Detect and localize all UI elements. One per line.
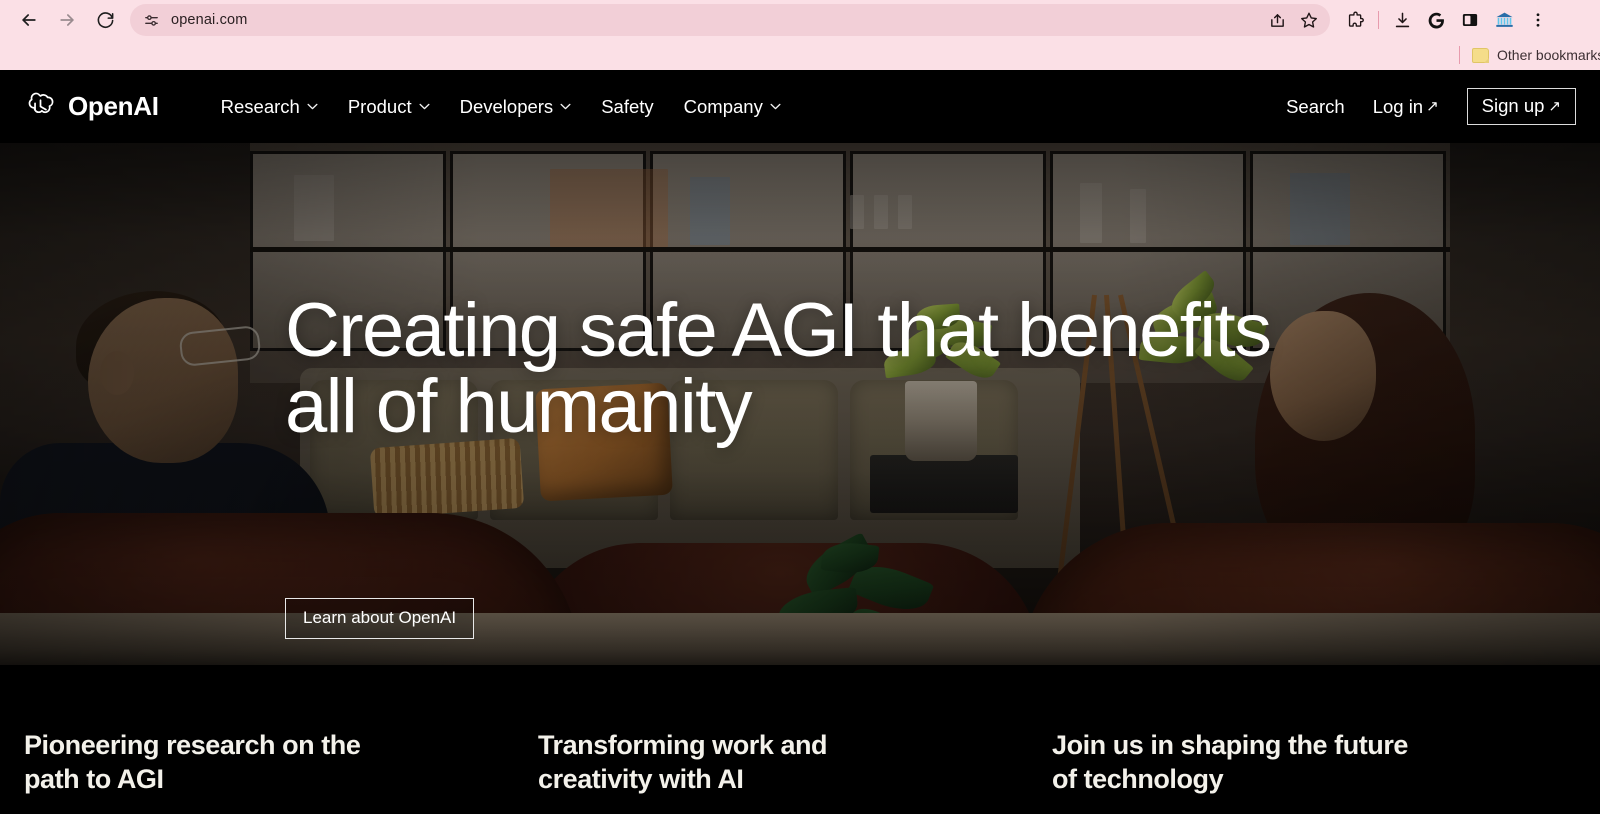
extensions-puzzle-icon[interactable]	[1338, 3, 1372, 37]
toolbar-divider	[1378, 11, 1379, 29]
other-bookmarks-button[interactable]: Other bookmarks	[1472, 47, 1600, 63]
nav-actions: Search Log in ↗ Sign up ↗	[1286, 88, 1576, 125]
nav-item-company[interactable]: Company	[684, 96, 781, 118]
forward-button[interactable]	[48, 1, 86, 39]
chevron-down-icon	[419, 103, 430, 110]
card-title: Transforming work and creativity with AI	[538, 730, 828, 795]
bank-institution-icon[interactable]	[1487, 3, 1521, 37]
learn-about-openai-button[interactable]: Learn about OpenAI	[285, 598, 475, 639]
google-g-icon[interactable]	[1419, 3, 1453, 37]
card-careers[interactable]: Join us in shaping the future of technol…	[1052, 665, 1566, 814]
brand-name: OpenAI	[68, 91, 159, 121]
chevron-down-icon	[307, 103, 318, 110]
nav-label: Safety	[601, 95, 654, 117]
hero-headline: Creating safe AGI that benefits all of h…	[285, 288, 1272, 449]
card-title: Pioneering research on the path to AGI	[24, 730, 361, 795]
other-bookmarks-label: Other bookmarks	[1497, 47, 1600, 63]
signup-label: Sign up	[1481, 95, 1545, 116]
chevron-down-icon	[770, 103, 781, 110]
forward-arrow-icon	[60, 14, 74, 26]
openai-homepage: OpenAI Research Product Developers Safet…	[0, 70, 1600, 814]
share-icon[interactable]	[1262, 5, 1292, 35]
nav-item-product[interactable]: Product	[348, 96, 430, 118]
openai-blossom-logo-icon	[28, 92, 54, 114]
nav-item-safety[interactable]: Safety	[601, 96, 653, 118]
external-arrow-icon: ↗	[1548, 97, 1561, 115]
login-link[interactable]: Log in ↗	[1373, 96, 1439, 118]
browser-chrome: openai.com Other bookmarks	[0, 0, 1600, 70]
nav-label: Research	[220, 95, 300, 117]
search-button[interactable]: Search	[1286, 96, 1345, 118]
external-arrow-icon: ↗	[1426, 98, 1439, 115]
toolbar-icons	[1338, 3, 1555, 37]
nav-item-research[interactable]: Research	[221, 96, 318, 118]
card-research[interactable]: Pioneering research on the path to AGI L…	[24, 665, 538, 814]
tune-icon[interactable]	[138, 7, 164, 33]
omnibox-actions	[1262, 5, 1324, 35]
chevron-down-icon	[560, 103, 571, 110]
bookmark-star-icon[interactable]	[1294, 5, 1324, 35]
nav-item-developers[interactable]: Developers	[460, 96, 572, 118]
nav-label: Company	[683, 95, 763, 117]
site-navbar: OpenAI Research Product Developers Safet…	[0, 70, 1600, 143]
hero-content: Creating safe AGI that benefits all of h…	[0, 143, 1600, 665]
brand-home-link[interactable]: OpenAI	[24, 90, 159, 123]
three-dot-menu-icon[interactable]	[1521, 3, 1555, 37]
back-arrow-icon	[22, 14, 36, 26]
reload-button[interactable]	[86, 1, 124, 39]
reload-icon	[97, 11, 113, 28]
back-button[interactable]	[10, 1, 48, 39]
download-icon[interactable]	[1385, 3, 1419, 37]
url-text: openai.com	[171, 12, 248, 28]
browser-toolbar: openai.com	[0, 0, 1600, 40]
hero-section: Creating safe AGI that benefits all of h…	[0, 143, 1600, 665]
primary-nav: Research Product Developers Safety Compa…	[221, 96, 781, 118]
address-bar[interactable]: openai.com	[130, 4, 1330, 36]
bookmarks-bar: Other bookmarks	[0, 40, 1600, 70]
nav-label: Developers	[459, 95, 554, 117]
bookmarks-divider	[1459, 46, 1460, 64]
login-label: Log in	[1372, 95, 1424, 117]
nav-label: Product	[347, 95, 412, 117]
card-title: Join us in shaping the future of technol…	[1052, 730, 1408, 795]
search-label: Search	[1286, 95, 1345, 117]
folder-icon	[1472, 47, 1489, 63]
highlight-cards: Pioneering research on the path to AGI L…	[0, 665, 1600, 814]
signup-button[interactable]: Sign up ↗	[1466, 88, 1576, 125]
side-panel-icon[interactable]	[1453, 3, 1487, 37]
card-products[interactable]: Transforming work and creativity with AI…	[538, 665, 1052, 814]
